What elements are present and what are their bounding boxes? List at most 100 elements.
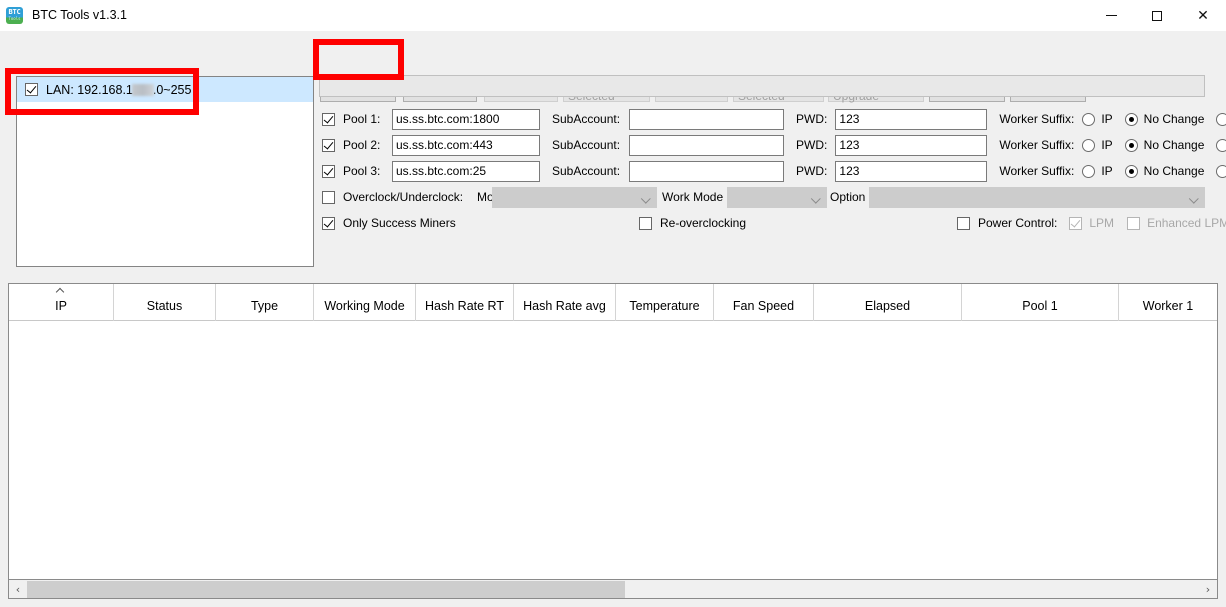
pool-2-worker-suffix-label: Worker Suffix: xyxy=(999,138,1075,152)
chevron-down-icon xyxy=(810,193,821,204)
reoverclocking-group[interactable]: Re-overclocking xyxy=(639,212,746,234)
pool-1-suffix-radio-empty[interactable] xyxy=(1216,112,1226,126)
pool-2-subaccount-input[interactable] xyxy=(629,134,785,156)
pool-1-suffix-option-1: No Change xyxy=(1143,112,1205,126)
pool-2-suffix-option-1: No Change xyxy=(1143,138,1205,152)
reoverclocking-checkbox[interactable] xyxy=(639,216,652,230)
pool-3-suffix-radio-ip[interactable] xyxy=(1082,164,1096,178)
table-column-header-label: Working Mode xyxy=(324,299,405,313)
pool-1-subaccount-input[interactable] xyxy=(629,108,785,130)
pool-3-checkbox[interactable] xyxy=(322,164,335,178)
pool-1-checkbox[interactable] xyxy=(322,112,335,126)
pool-3-suffix-option-1: No Change xyxy=(1143,164,1205,178)
table-column-header-label: IP xyxy=(55,299,67,313)
pool-3-subaccount-input[interactable] xyxy=(629,160,785,182)
pool-3-worker-suffix-label: Worker Suffix: xyxy=(999,164,1075,178)
pool-2-suffix-radio-empty[interactable] xyxy=(1216,138,1226,152)
scroll-right-arrow-icon[interactable]: › xyxy=(1199,581,1217,598)
pool-1-label: Pool 1: xyxy=(343,112,381,126)
table-column-header-label: Hash Rate avg xyxy=(523,299,606,313)
minimize-icon xyxy=(1105,15,1117,16)
only-success-miners-label: Only Success Miners xyxy=(343,216,456,230)
pool-2-pwd-label: PWD: xyxy=(796,138,828,152)
lan-range-suffix: .0~255 xyxy=(152,82,192,97)
ip-ranges-list[interactable]: LAN: 192.168.1 .0~255 xyxy=(16,76,314,267)
table-column-header-ip[interactable]: IP xyxy=(9,284,114,321)
pool-1-worker-suffix-label: Worker Suffix: xyxy=(999,112,1075,126)
chevron-down-icon xyxy=(1188,193,1199,204)
power-control-group[interactable]: Power Control: LPM Enhanced LPM xyxy=(957,212,1226,234)
app-logo-icon: BTC Tools xyxy=(6,7,23,24)
option-label-group: Option xyxy=(830,186,865,208)
close-button[interactable]: ✕ xyxy=(1180,0,1226,31)
pool-row-2: Pool 2: SubAccount: PWD: Worker Suffix: IP No… xyxy=(322,134,1226,156)
lan-range-checkbox[interactable] xyxy=(25,83,38,96)
sort-ascending-icon xyxy=(57,287,64,294)
power-control-label: Power Control: xyxy=(978,216,1058,230)
pool-1-pwd-label: PWD: xyxy=(796,112,828,126)
reoverclocking-label: Re-overclocking xyxy=(660,216,747,230)
enhanced-lpm-label: Enhanced LPM xyxy=(1147,216,1226,230)
table-column-header-status[interactable]: Status xyxy=(114,284,216,321)
pool-row-3: Pool 3: SubAccount: PWD: Worker Suffix: IP No… xyxy=(322,160,1226,182)
table-column-header-label: Temperature xyxy=(629,299,700,313)
pool-1-url-input[interactable] xyxy=(392,108,540,130)
pool-2-url-input[interactable] xyxy=(392,134,540,156)
overclock-checkbox[interactable] xyxy=(322,190,335,204)
scrollbar-thumb[interactable] xyxy=(27,580,625,598)
pool-3-subaccount-label: SubAccount: xyxy=(552,164,621,178)
table-column-header-fan-speed[interactable]: Fan Speed xyxy=(714,284,814,321)
maximize-icon xyxy=(1152,10,1162,21)
window-title: BTC Tools v1.3.1 xyxy=(32,8,127,22)
miners-table: IP Status Type Working Mode Hash Rate RT Hash… xyxy=(8,283,1218,580)
only-success-group[interactable]: Only Success Miners xyxy=(322,212,456,234)
pool-1-suffix-option-0: IP xyxy=(1101,112,1113,126)
pool-3-suffix-radio-no-change[interactable] xyxy=(1124,164,1138,178)
app-logo-text: BTC xyxy=(8,8,21,16)
pool-2-suffix-radio-no-change[interactable] xyxy=(1124,138,1138,152)
table-column-header-hash-rate-rt[interactable]: Hash Rate RT xyxy=(416,284,514,321)
pool-2-pwd-input[interactable] xyxy=(835,134,988,156)
table-header-row: IP Status Type Working Mode Hash Rate RT Hash… xyxy=(9,284,1217,321)
pool-2-label: Pool 2: xyxy=(343,138,381,152)
pool-1-pwd-input[interactable] xyxy=(835,108,988,130)
power-control-checkbox[interactable] xyxy=(957,216,970,230)
lpm-label: LPM xyxy=(1089,216,1115,230)
overclock-row: Overclock/Underclock: Model xyxy=(322,186,510,208)
enhanced-lpm-checkbox[interactable] xyxy=(1127,216,1141,230)
option-dropdown[interactable] xyxy=(869,187,1205,208)
redacted-octet xyxy=(131,83,154,96)
pool-3-url-input[interactable] xyxy=(392,160,540,182)
horizontal-scrollbar[interactable]: ‹ › xyxy=(8,580,1218,599)
table-column-header-worker-1[interactable]: Worker 1 xyxy=(1119,284,1217,321)
pool-1-suffix-radio-no-change[interactable] xyxy=(1124,112,1138,126)
table-column-header-elapsed[interactable]: Elapsed xyxy=(814,284,962,321)
pool-2-checkbox[interactable] xyxy=(322,138,335,152)
lpm-checkbox[interactable] xyxy=(1069,216,1083,230)
pool-2-suffix-radio-ip[interactable] xyxy=(1082,138,1096,152)
config-header-panel xyxy=(319,75,1205,97)
table-column-header-type[interactable]: Type xyxy=(216,284,314,321)
table-column-header-hash-rate-avg[interactable]: Hash Rate avg xyxy=(514,284,616,321)
pool-3-suffix-radio-empty[interactable] xyxy=(1216,164,1226,178)
table-column-header-pool-1[interactable]: Pool 1 xyxy=(962,284,1119,321)
table-column-header-temperature[interactable]: Temperature xyxy=(616,284,714,321)
maximize-button[interactable] xyxy=(1134,0,1180,31)
overclock-label: Overclock/Underclock: xyxy=(343,190,464,204)
table-column-header-label: Status xyxy=(146,299,183,313)
list-item[interactable]: LAN: 192.168.1 .0~255 xyxy=(17,77,313,102)
pool-1-suffix-radio-ip[interactable] xyxy=(1082,112,1096,126)
table-column-header-label: Fan Speed xyxy=(732,299,795,313)
title-bar: BTC Tools BTC Tools v1.3.1 ✕ xyxy=(0,0,1226,31)
work-mode-dropdown[interactable] xyxy=(727,187,827,208)
table-column-header-label: Hash Rate RT xyxy=(425,299,504,313)
minimize-button[interactable] xyxy=(1088,0,1134,31)
only-success-miners-checkbox[interactable] xyxy=(322,216,335,230)
table-column-header-working-mode[interactable]: Working Mode xyxy=(314,284,416,321)
lan-range-prefix: LAN: 192.168.1 xyxy=(46,82,133,97)
scroll-left-arrow-icon[interactable]: ‹ xyxy=(9,581,27,598)
pool-3-pwd-input[interactable] xyxy=(835,160,988,182)
close-icon: ✕ xyxy=(1197,7,1209,24)
model-dropdown[interactable] xyxy=(492,187,657,208)
scrollbar-track[interactable] xyxy=(27,580,1199,598)
